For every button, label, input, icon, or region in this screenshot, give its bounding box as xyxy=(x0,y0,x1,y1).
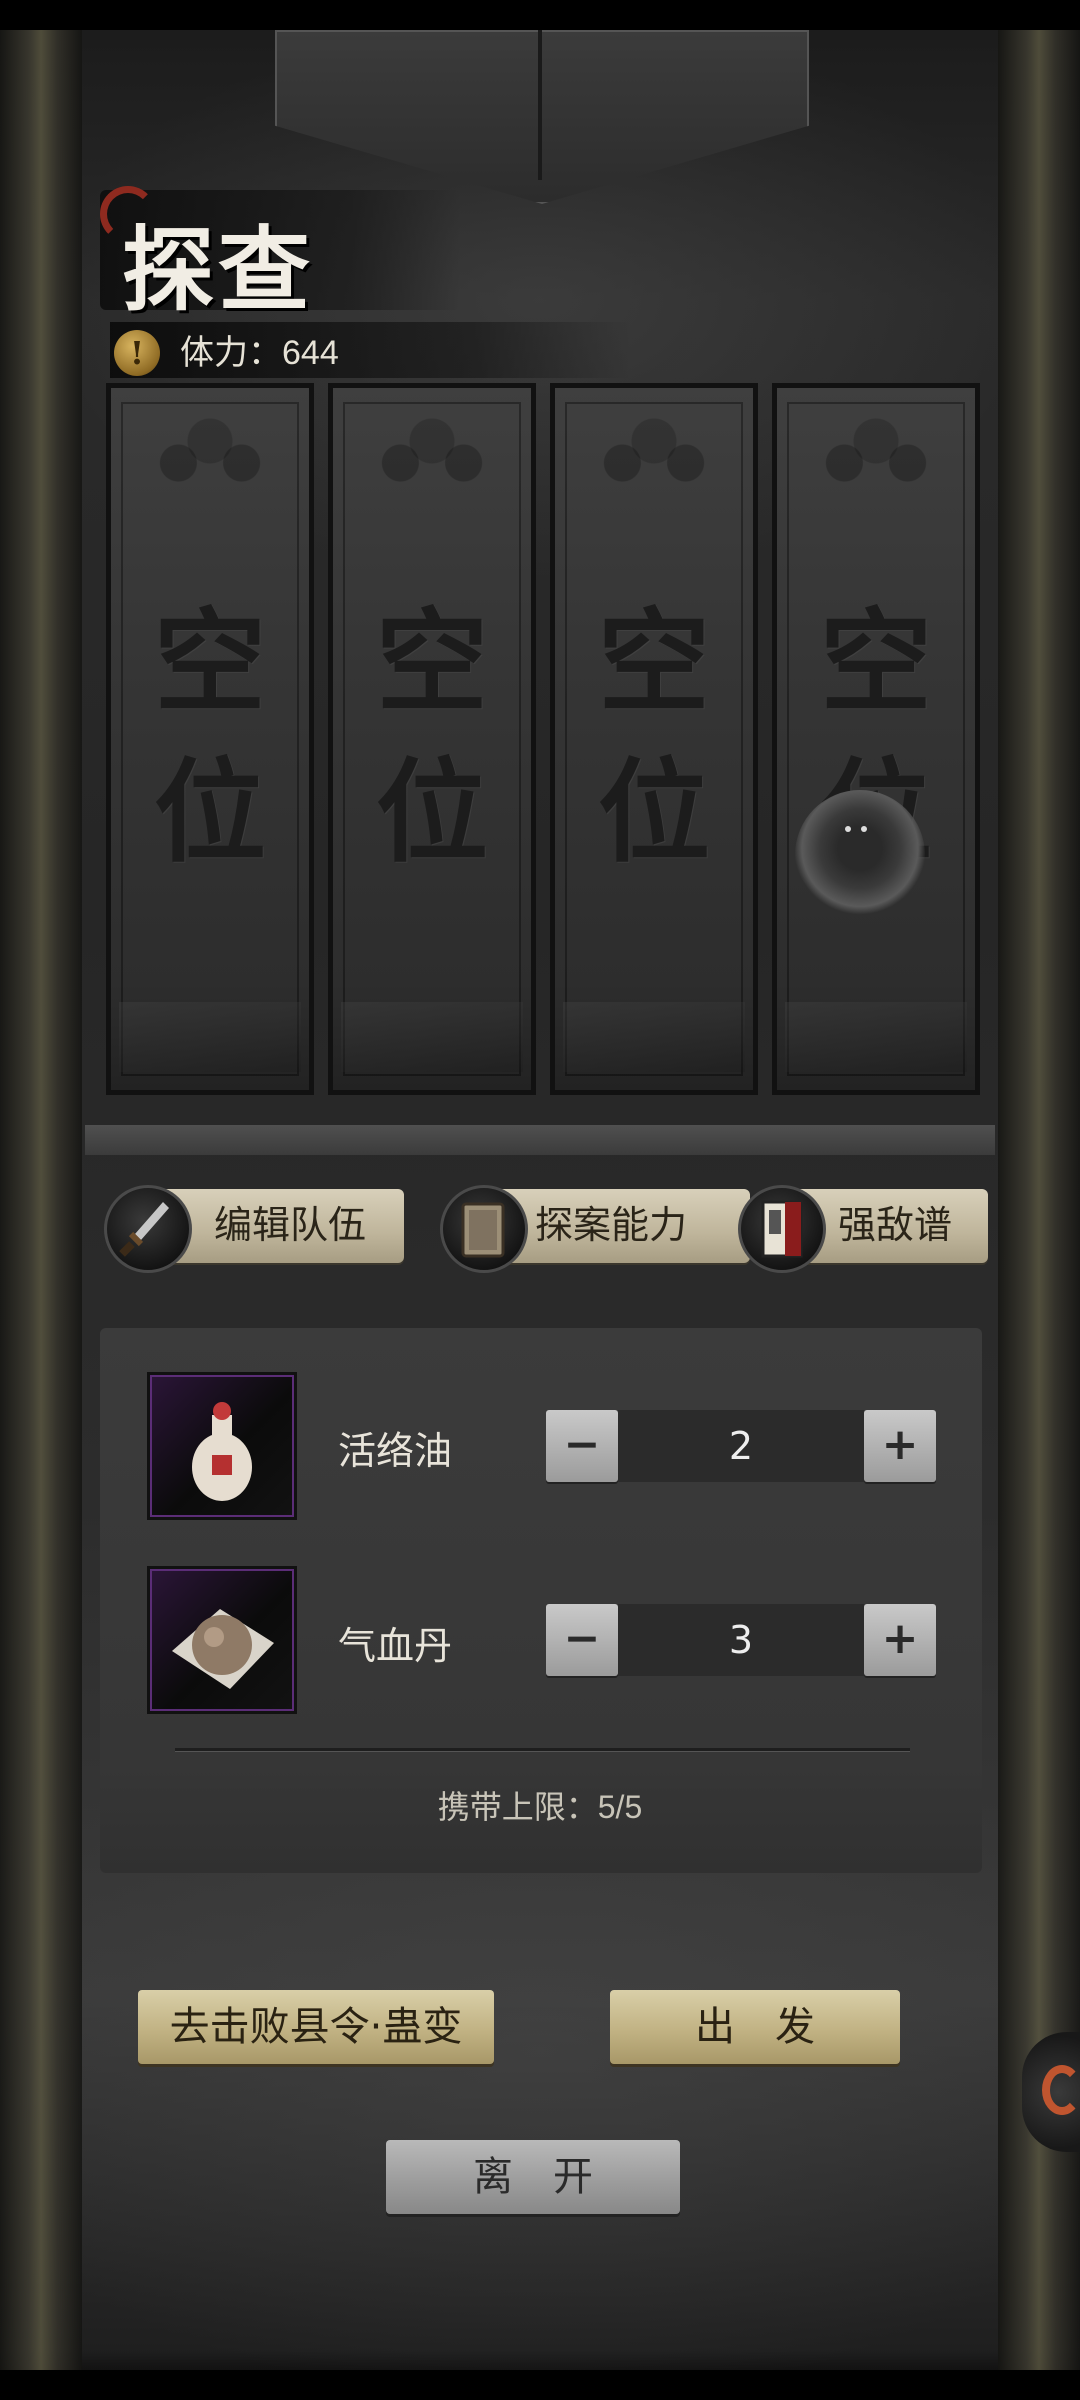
edit-team-label: 编辑队伍 xyxy=(214,1205,367,1247)
ink-spirit-icon xyxy=(795,790,925,920)
panel-divider xyxy=(175,1748,910,1751)
cloud-pattern xyxy=(353,408,511,518)
section-divider xyxy=(85,1125,995,1155)
slot-text-bottom: 位 xyxy=(154,747,266,878)
cloud-pattern xyxy=(797,408,955,518)
decrease-quantity-button[interactable]: − xyxy=(546,1410,618,1482)
team-slot-1[interactable]: 空 位 xyxy=(106,383,314,1095)
depart-button[interactable]: 出 发 xyxy=(610,1990,900,2064)
investigation-ability-button[interactable]: 探案能力 xyxy=(440,1185,750,1273)
status-bar xyxy=(0,0,1080,30)
increase-quantity-button[interactable]: + xyxy=(864,1604,936,1676)
page-title: 探查 xyxy=(122,216,315,324)
medicine-bottle-icon xyxy=(147,1372,297,1520)
slot-text-top: 空 xyxy=(154,597,266,728)
defeat-target-button[interactable]: 去击败县令·蛊变 xyxy=(138,1990,494,2064)
item-name: 活络油 xyxy=(338,1431,453,1473)
slot-text-top: 空 xyxy=(376,597,488,728)
quantity-value: 2 xyxy=(618,1410,864,1482)
slot-text-bottom: 位 xyxy=(598,747,710,878)
dagger-icon xyxy=(104,1185,192,1273)
left-pillar xyxy=(0,30,82,2370)
carry-limit-label: 携带上限：5/5 xyxy=(437,1789,643,1825)
cloud-pattern xyxy=(131,408,289,518)
cloud-pattern xyxy=(575,408,733,518)
edit-team-button[interactable]: 编辑队伍 xyxy=(104,1185,404,1273)
stamina-icon: ! xyxy=(114,330,160,376)
emblem-divider xyxy=(538,30,542,180)
decrease-quantity-button[interactable]: − xyxy=(546,1604,618,1676)
investigation-ability-label: 探案能力 xyxy=(535,1205,688,1247)
scroll-icon xyxy=(440,1185,528,1273)
navigation-bar xyxy=(0,2370,1080,2400)
book-icon xyxy=(738,1185,826,1273)
enemy-book-button[interactable]: 强敌谱 xyxy=(738,1185,988,1273)
slot-text-top: 空 xyxy=(598,597,710,728)
top-emblem xyxy=(275,30,809,204)
right-pillar xyxy=(998,30,1080,2370)
quantity-value: 3 xyxy=(618,1604,864,1676)
stamina-label: 体力：644 xyxy=(180,334,339,372)
item-name: 气血丹 xyxy=(338,1626,453,1668)
slot-empty-label: 空 位 xyxy=(333,588,531,888)
spirit-eye xyxy=(861,826,867,832)
slot-empty-label: 空 位 xyxy=(111,588,309,888)
team-slot-3[interactable]: 空 位 xyxy=(550,383,758,1095)
team-slot-2[interactable]: 空 位 xyxy=(328,383,536,1095)
leave-button[interactable]: 离 开 xyxy=(386,2140,680,2214)
slot-text-bottom: 位 xyxy=(376,747,488,878)
slot-footer xyxy=(563,1002,745,1072)
pill-icon xyxy=(147,1566,297,1714)
enemy-book-label: 强敌谱 xyxy=(838,1205,953,1247)
team-slot-4[interactable]: 空 位 xyxy=(772,383,980,1095)
spirit-eye xyxy=(845,826,851,832)
increase-quantity-button[interactable]: + xyxy=(864,1410,936,1482)
slot-footer xyxy=(785,1002,967,1072)
slot-text-top: 空 xyxy=(820,597,932,728)
screen: 探查 ! 体力：644 空 位 空 位 空 位 空 编辑队伍 探案能力 强敌谱 … xyxy=(0,0,1080,2400)
slot-footer xyxy=(119,1002,301,1072)
assistant-logo-icon xyxy=(1042,2065,1080,2115)
slot-footer xyxy=(341,1002,523,1072)
slot-empty-label: 空 位 xyxy=(555,588,753,888)
